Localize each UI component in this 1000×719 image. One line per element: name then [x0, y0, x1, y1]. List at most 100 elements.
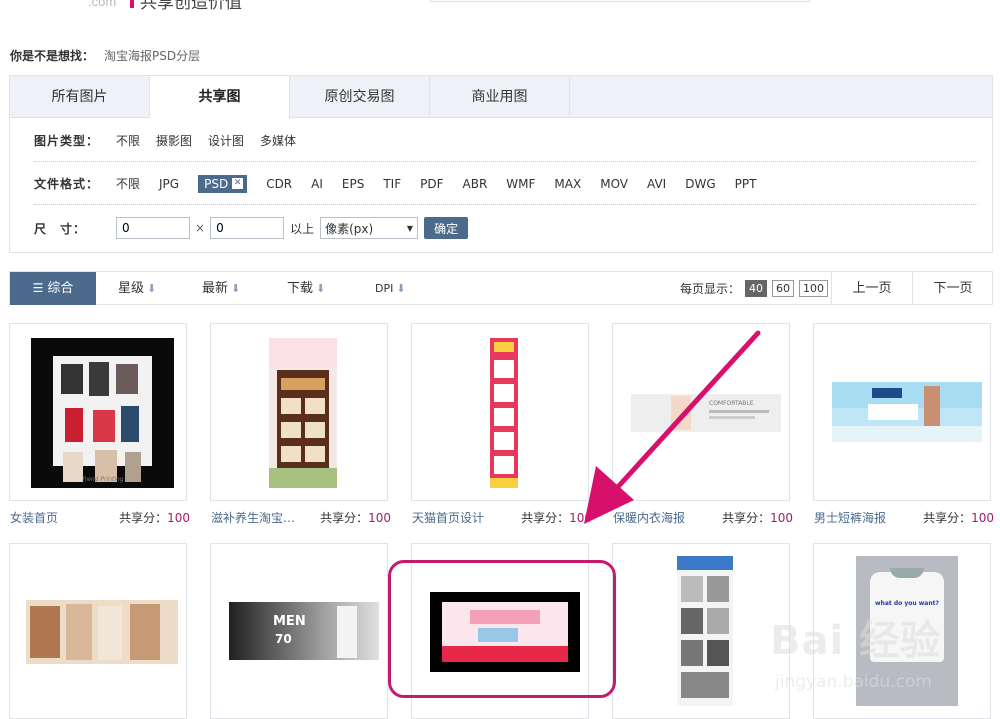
unit-select[interactable]: 像素(px) ▼: [320, 217, 419, 239]
tab-original-trade[interactable]: 原创交易图: [290, 76, 430, 118]
thumbnail: [832, 382, 982, 442]
tab-shared-images[interactable]: 共享图: [150, 76, 290, 119]
list-icon: ☰: [32, 281, 44, 295]
prev-page-button[interactable]: 上一页: [831, 272, 912, 305]
thumbnail: COMFORTABLE: [631, 394, 781, 432]
next-page-button[interactable]: 下一页: [912, 272, 993, 305]
watermark: Bai 经验 jingyan.baidu.com: [770, 608, 1000, 708]
sort-stars-label: 星级: [118, 281, 145, 296]
search-suggestion: 你是不是想找： 淘宝海报PSD分层: [10, 47, 200, 64]
arrow-down-icon: ⬇: [147, 282, 157, 295]
width-input[interactable]: [116, 217, 190, 239]
card-title[interactable]: 女装首页: [10, 509, 58, 525]
per-page-100[interactable]: 100: [799, 280, 829, 297]
filter-panel: 所有图片 共享图 原创交易图 商业用图 图片类型： 不限 摄影图 设计图 多媒体…: [9, 75, 993, 253]
thumbnail-caption: Trend Printing: [81, 476, 124, 483]
share-score: 100: [770, 511, 793, 525]
format-option-jpg[interactable]: JPG: [159, 175, 179, 193]
format-label: 文件格式：: [34, 177, 100, 191]
sort-bar: ☰ 综合 星级 ⬇ 最新 ⬇ 下载 ⬇ DPI ⬇ 每页显示： 40 60 100 上一页…: [9, 271, 993, 305]
image-card[interactable]: [813, 323, 991, 501]
card-title[interactable]: 保暖内衣海报: [613, 509, 685, 525]
format-option-ai[interactable]: AI: [311, 175, 323, 193]
card-caption: 滋补养生淘宝… 共享分：100: [211, 509, 391, 525]
format-option-ppt[interactable]: PPT: [735, 175, 757, 193]
filter-row-size: 尺 寸： × 以上 像素(px) ▼ 确定: [34, 207, 978, 249]
card-title[interactable]: 天猫首页设计: [412, 509, 484, 525]
sort-newest[interactable]: 最新 ⬇: [202, 272, 240, 305]
sort-downloads-label: 下载: [287, 281, 314, 296]
format-option-cdr[interactable]: CDR: [266, 175, 292, 193]
per-page-60[interactable]: 60: [772, 280, 795, 297]
thumbnail: [26, 600, 178, 664]
share-score: 100: [569, 511, 592, 525]
times-sign: ×: [195, 221, 206, 235]
watermark-logo: Bai 经验: [770, 618, 942, 664]
confirm-button[interactable]: 确定: [424, 217, 469, 239]
watermark-url: jingyan.baidu.com: [775, 672, 932, 692]
highlight-box: [388, 560, 616, 698]
suggestion-label: 你是不是想找：: [10, 49, 95, 63]
arrow-down-icon: ⬇: [316, 282, 326, 295]
image-card[interactable]: COMFORTABLE: [612, 323, 790, 501]
sort-comprehensive[interactable]: ☰ 综合: [10, 272, 96, 305]
type-label: 图片类型：: [34, 134, 100, 148]
sort-dpi-label: DPI: [375, 282, 394, 295]
filter-row-type: 图片类型： 不限 摄影图 设计图 多媒体: [34, 120, 978, 162]
per-page-40[interactable]: 40: [745, 280, 768, 297]
format-option-psd[interactable]: PSD ✕: [198, 174, 248, 193]
chevron-down-icon: ▼: [406, 223, 414, 233]
sort-dpi[interactable]: DPI ⬇: [375, 272, 406, 305]
share-score: 100: [368, 511, 391, 525]
card-title[interactable]: 滋补养生淘宝…: [211, 509, 295, 525]
card-title[interactable]: 男士短裤海报: [814, 509, 886, 525]
format-option-dwg[interactable]: DWG: [685, 175, 715, 193]
card-caption: 天猫首页设计 共享分：100: [412, 509, 592, 525]
close-icon[interactable]: ✕: [232, 178, 244, 189]
type-option-design[interactable]: 设计图: [208, 132, 244, 149]
format-option-pdf[interactable]: PDF: [420, 175, 443, 193]
image-card[interactable]: [210, 323, 388, 501]
thumbnail-caption: COMFORTABLE: [709, 400, 754, 407]
thumbnail: [490, 338, 518, 488]
search-box[interactable]: [430, 0, 810, 2]
thumbnail-number: 70: [275, 632, 292, 646]
share-label: 共享分：: [119, 511, 168, 525]
thumbnail: MEN 70: [229, 602, 379, 660]
suggestion-link[interactable]: 淘宝海报PSD分层: [104, 49, 200, 63]
category-tabs: 所有图片 共享图 原创交易图 商业用图: [10, 76, 992, 119]
thumbnail-caption: MEN: [273, 614, 306, 629]
share-label: 共享分：: [722, 511, 771, 525]
sort-stars[interactable]: 星级 ⬇: [118, 272, 156, 305]
height-input[interactable]: [210, 217, 285, 239]
thumbnail: [269, 338, 337, 488]
filter-row-format: 文件格式： 不限 JPG PSD ✕ CDR AI EPS TIF PDF ABR…: [34, 163, 978, 205]
tab-commercial[interactable]: 商业用图: [430, 76, 570, 118]
format-option-tif[interactable]: TIF: [383, 175, 401, 193]
card-caption: 男士短裤海报 共享分：100: [814, 509, 994, 525]
format-option-avi[interactable]: AVI: [647, 175, 666, 193]
sort-comprehensive-label: 综合: [47, 281, 74, 296]
format-option-abr[interactable]: ABR: [463, 175, 488, 193]
card-caption: 保暖内衣海报 共享分：100: [613, 509, 793, 525]
above-label: 以上: [290, 221, 315, 236]
image-card[interactable]: MEN 70: [210, 543, 388, 719]
site-slogan: 共享创造价值: [140, 0, 242, 13]
format-option-wmf[interactable]: WMF: [506, 175, 535, 193]
image-card[interactable]: [411, 323, 589, 501]
type-option-photo[interactable]: 摄影图: [156, 132, 192, 149]
format-option-any[interactable]: 不限: [116, 173, 140, 194]
type-option-any[interactable]: 不限: [116, 132, 140, 149]
format-option-mov[interactable]: MOV: [600, 175, 628, 193]
thumbnail: [677, 556, 733, 706]
share-label: 共享分：: [923, 511, 972, 525]
type-option-media[interactable]: 多媒体: [260, 132, 296, 149]
tab-all-images[interactable]: 所有图片: [10, 76, 150, 118]
format-option-eps[interactable]: EPS: [342, 175, 364, 193]
image-card[interactable]: Trend Printing: [9, 323, 187, 501]
image-card[interactable]: [9, 543, 187, 719]
sort-downloads[interactable]: 下载 ⬇: [287, 272, 325, 305]
format-option-max[interactable]: MAX: [554, 175, 581, 193]
image-card[interactable]: [612, 543, 790, 719]
top-header: .com 共享创造价值: [0, 0, 1000, 40]
